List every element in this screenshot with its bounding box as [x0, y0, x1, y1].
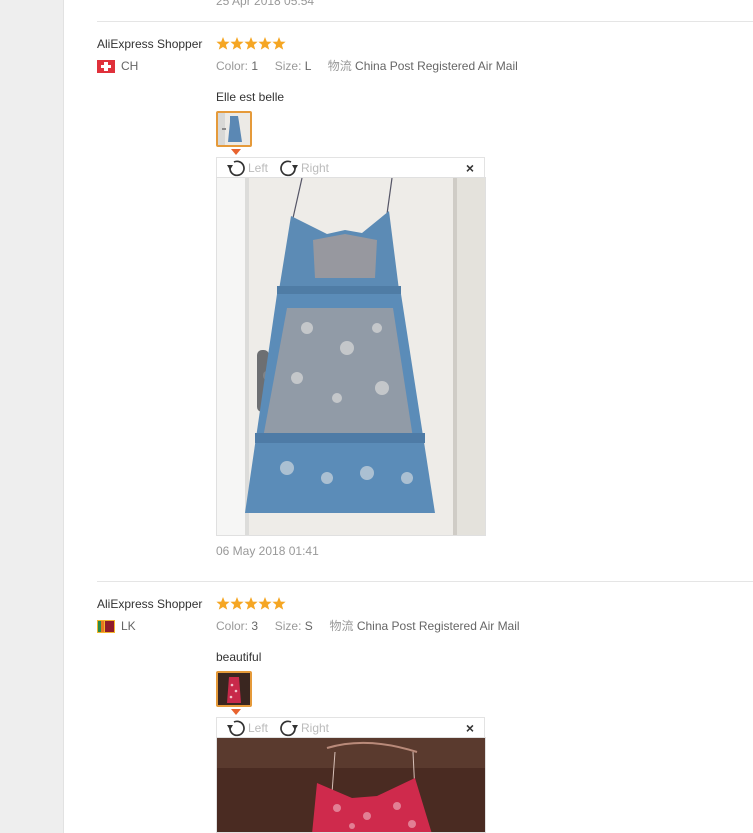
- rotate-left-label: Left: [248, 721, 269, 735]
- review-photo-thumbnail[interactable]: [216, 111, 252, 147]
- color-label: Color:: [216, 619, 249, 633]
- review-divider: [97, 581, 753, 582]
- star-icon: [272, 597, 286, 610]
- reviewer-name: AliExpress Shopper: [97, 37, 203, 51]
- rotate-right-label: Right: [301, 161, 330, 175]
- review-date: 06 May 2018 01:41: [216, 544, 319, 558]
- thumbnail-image: [218, 113, 250, 145]
- star-rating: [216, 597, 286, 610]
- size-value: S: [304, 619, 313, 633]
- color-value: 3: [251, 619, 259, 633]
- country-code: CH: [121, 59, 139, 73]
- rotate-left-icon: [227, 720, 245, 737]
- star-icon: [244, 37, 258, 50]
- order-attributes: Color: 3 Size: S 物流 China Post Registere…: [216, 617, 520, 634]
- size-label: Size:: [274, 619, 302, 633]
- review-divider: [97, 21, 753, 22]
- switzerland-flag-icon: [97, 59, 115, 73]
- size-value: L: [304, 59, 311, 73]
- rotate-right-button[interactable]: Right: [278, 159, 329, 177]
- image-viewer-toolbar: Left Right ×: [216, 157, 485, 178]
- rotate-left-button[interactable]: Left: [225, 719, 268, 737]
- thumbnail-image: [218, 673, 250, 705]
- reviewer-country: LK: [97, 619, 136, 633]
- rotate-left-button[interactable]: Left: [225, 159, 268, 177]
- review-photo-large: [216, 177, 486, 536]
- shipping-value: China Post Registered Air Mail: [355, 59, 518, 73]
- review-item: AliExpress Shopper CH Color: 1 Size: L 物…: [97, 37, 753, 567]
- previous-review-date: 25 Apr 2018 05:54: [216, 0, 315, 8]
- rotate-left-label: Left: [248, 161, 269, 175]
- red-lace-dress-photo: [217, 738, 485, 832]
- sri-lanka-flag-icon: [97, 619, 115, 633]
- star-icon: [230, 37, 244, 50]
- color-value: 1: [251, 59, 259, 73]
- size-label: Size:: [274, 59, 302, 73]
- feedback-text: beautiful: [216, 650, 262, 664]
- shipping-value: China Post Registered Air Mail: [356, 619, 520, 633]
- rotate-left-icon: [227, 160, 245, 177]
- review-photo-thumbnail[interactable]: [216, 671, 252, 707]
- color-label: Color:: [216, 59, 249, 73]
- review-item: AliExpress Shopper LK Color: 3 Size: S 物…: [97, 597, 753, 833]
- star-icon: [244, 597, 258, 610]
- reviewer-name: AliExpress Shopper: [97, 597, 203, 611]
- star-icon: [258, 37, 272, 50]
- review-photo-large: [216, 737, 486, 833]
- star-icon: [272, 37, 286, 50]
- star-rating: [216, 37, 286, 50]
- rotate-right-icon: [280, 160, 298, 177]
- shipping-label: 物流: [327, 59, 352, 73]
- rotate-right-label: Right: [301, 721, 330, 735]
- shipping-label: 物流: [329, 619, 354, 633]
- thumbnail-pointer: [231, 709, 241, 715]
- order-attributes: Color: 1 Size: L 物流 China Post Registere…: [216, 57, 518, 74]
- close-viewer-button[interactable]: ×: [466, 720, 474, 736]
- blue-lace-dress-photo: [217, 178, 485, 535]
- star-icon: [216, 597, 230, 610]
- reviewer-country: CH: [97, 59, 138, 73]
- rotate-right-icon: [280, 720, 298, 737]
- star-icon: [216, 37, 230, 50]
- star-icon: [230, 597, 244, 610]
- star-icon: [258, 597, 272, 610]
- country-code: LK: [121, 619, 136, 633]
- left-gutter: [0, 0, 64, 833]
- feedback-text: Elle est belle: [216, 90, 285, 104]
- image-viewer-toolbar: Left Right ×: [216, 717, 485, 738]
- thumbnail-pointer: [231, 149, 241, 155]
- rotate-right-button[interactable]: Right: [278, 719, 329, 737]
- close-viewer-button[interactable]: ×: [466, 160, 474, 176]
